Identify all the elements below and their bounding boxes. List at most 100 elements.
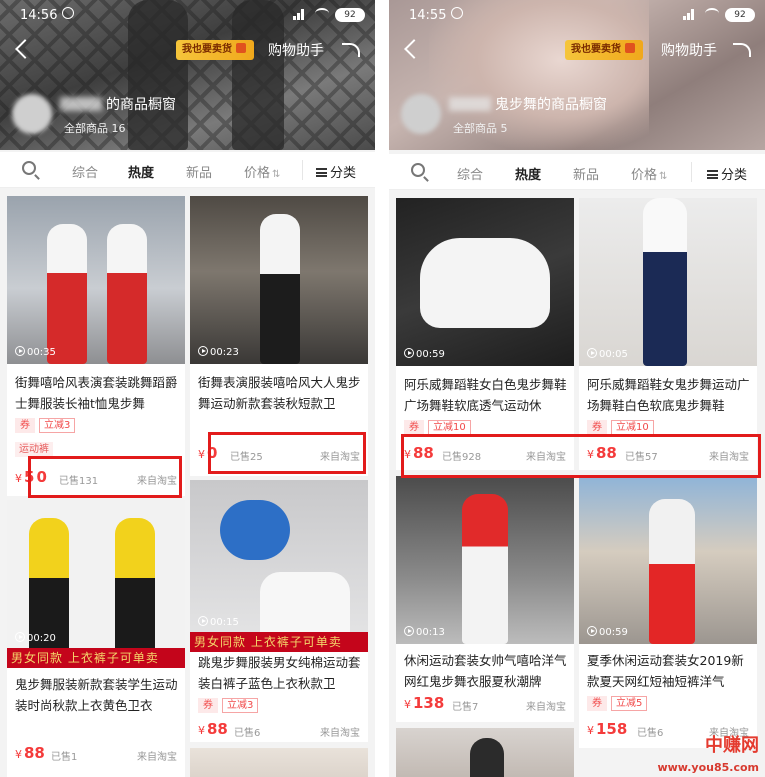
product-card[interactable]: 00:13 休闲运动套装女帅气嘻哈洋气网红鬼步舞衣服夏秋潮牌 ¥138 已售7 … <box>396 476 574 722</box>
video-duration: 00:59 <box>404 348 445 360</box>
coupon-tag: 券立减3 <box>15 418 76 433</box>
wifi-icon <box>315 8 329 19</box>
product-card[interactable]: 00:35 街舞嘻哈风表演套装跳舞蹈爵士舞服装长袖t恤鬼步舞 券立减3 运动裤 … <box>7 196 185 496</box>
model-figure <box>220 500 290 560</box>
highlight-box <box>28 456 182 498</box>
list-icon <box>707 170 718 179</box>
shop-name: 的商品橱窗 <box>60 94 176 114</box>
battery-indicator: 92 <box>335 8 365 22</box>
model-figure <box>47 224 87 364</box>
sort-icon: ⇅ <box>272 169 281 180</box>
coupon-tag: 券立减10 <box>587 420 654 435</box>
sold-count: 已售7 <box>452 702 479 713</box>
shop-avatar <box>12 94 52 134</box>
product-card[interactable]: 男女同款 上衣裤子可单卖 00:15 跳鬼步舞服装男女纯棉运动套装白裤子蓝色上衣… <box>190 480 368 742</box>
video-duration: 00:23 <box>198 346 239 358</box>
product-card[interactable]: 00:05 阿乐威舞蹈鞋女鬼步舞运动广场舞鞋白色软底鬼步舞鞋 券立减10 ¥88… <box>579 198 757 470</box>
blurred-name <box>449 97 491 111</box>
play-icon <box>198 346 208 356</box>
product-image <box>396 728 574 777</box>
model-figure <box>649 499 695 644</box>
product-price: ¥88 <box>15 744 45 762</box>
signal-icon <box>293 9 307 20</box>
model-figure <box>462 494 508 644</box>
tab-hot[interactable]: 热度 <box>128 162 154 181</box>
video-duration: 00:15 <box>198 616 239 628</box>
highlight-box <box>401 434 761 478</box>
coupon-tag: 券立减10 <box>404 420 471 435</box>
product-price: ¥158 <box>587 720 628 738</box>
tab-category[interactable]: 分类 <box>707 164 747 183</box>
shop-product-count: 全部商品 5 <box>453 122 508 135</box>
product-title: 跳鬼步舞服装男女纯棉运动套装白裤子蓝色上衣秋款卫 <box>198 655 361 691</box>
blurred-name <box>60 97 102 111</box>
product-price: ¥88 <box>198 720 228 738</box>
product-title: 夏季休闲运动套装女2019新款夏天网红短袖短裤洋气 <box>587 653 744 689</box>
tab-price[interactable]: 价格 ⇅ <box>631 164 667 183</box>
tab-price[interactable]: 价格 ⇅ <box>244 162 280 181</box>
tab-hot[interactable]: 热度 <box>515 164 541 183</box>
watermark-url: www.you85.com <box>657 761 759 774</box>
sell-badge[interactable]: 我也要卖货 <box>176 40 254 60</box>
sort-tabs: 综合 热度 新品 价格 ⇅ 分类 <box>0 152 375 188</box>
model-figure <box>107 224 147 364</box>
product-image: 00:59 <box>396 198 574 366</box>
left-screen: 14:56 92 我也要卖货 购物助手 的商品橱窗 全部商品 16 综合 热度 … <box>0 0 375 777</box>
search-icon[interactable] <box>411 163 425 177</box>
product-card[interactable] <box>190 748 368 777</box>
status-bar: 14:55 92 <box>389 6 765 26</box>
play-icon <box>404 626 414 636</box>
shop-product-count: 全部商品 16 <box>64 122 126 135</box>
sell-badge[interactable]: 我也要卖货 <box>565 40 643 60</box>
model-figure <box>470 738 504 777</box>
wifi-icon <box>705 8 719 19</box>
signal-icon <box>683 9 697 20</box>
alarm-icon <box>62 7 74 19</box>
product-title: 休闲运动套装女帅气嘻哈洋气网红鬼步舞衣服夏秋潮牌 <box>404 653 567 689</box>
tab-divider <box>691 162 692 182</box>
battery-indicator: 92 <box>725 8 755 22</box>
product-card[interactable]: 00:59 阿乐威舞蹈鞋女白色鬼步舞鞋广场舞鞋软底透气运动休 券立减10 ¥88… <box>396 198 574 470</box>
promo-banner: 男女同款 上衣裤子可单卖 <box>7 648 185 668</box>
product-image <box>190 748 368 777</box>
product-card[interactable]: 00:59 夏季休闲运动套装女2019新款夏天网红短袖短裤洋气 券立减5 ¥15… <box>579 476 757 748</box>
tab-category[interactable]: 分类 <box>316 162 356 181</box>
play-icon <box>15 632 25 642</box>
status-time: 14:56 <box>20 8 58 23</box>
tab-new[interactable]: 新品 <box>186 162 212 181</box>
sort-icon: ⇅ <box>659 171 668 182</box>
shopping-assistant-link[interactable]: 购物助手 <box>661 40 717 60</box>
alarm-icon <box>451 7 463 19</box>
search-icon[interactable] <box>22 161 36 175</box>
play-icon <box>587 348 597 358</box>
tab-comprehensive[interactable]: 综合 <box>457 164 483 183</box>
product-image: 00:05 <box>579 198 757 366</box>
status-time: 14:55 <box>409 8 447 23</box>
sort-tabs: 综合 热度 新品 价格 ⇅ 分类 <box>389 154 765 190</box>
product-title: 街舞表演服装嘻哈风大人鬼步舞运动新款套装秋短款卫 <box>198 375 361 411</box>
highlight-box <box>208 432 366 474</box>
product-image: 00:23 <box>190 196 368 364</box>
product-card[interactable]: 男女同款 上衣裤子可单卖 00:20 鬼步舞服装新款套装学生运动装时尚秋款上衣黄… <box>7 500 185 777</box>
play-icon <box>198 616 208 626</box>
product-image: 00:13 <box>396 476 574 644</box>
video-duration: 00:20 <box>15 632 56 644</box>
product-title: 鬼步舞服装新款套装学生运动装时尚秋款上衣黄色卫衣 <box>15 677 178 713</box>
sell-badge-label: 我也要卖货 <box>182 44 232 55</box>
watermark: 中赚网 www.you85.com <box>657 736 759 775</box>
watermark-name: 中赚网 <box>705 735 759 756</box>
source-label: 来自淘宝 <box>137 752 177 763</box>
tab-new[interactable]: 新品 <box>573 164 599 183</box>
product-image: 00:35 <box>7 196 185 364</box>
shopping-assistant-link[interactable]: 购物助手 <box>268 40 324 60</box>
tab-comprehensive[interactable]: 综合 <box>72 162 98 181</box>
shoe-figure <box>420 238 550 328</box>
play-icon <box>404 348 414 358</box>
video-duration: 00:13 <box>404 626 445 638</box>
tab-divider <box>302 160 303 180</box>
video-duration: 00:05 <box>587 348 628 360</box>
product-card[interactable] <box>396 728 574 777</box>
video-duration: 00:59 <box>587 626 628 638</box>
shop-avatar <box>401 94 441 134</box>
product-title: 阿乐威舞蹈鞋女鬼步舞运动广场舞鞋白色软底鬼步舞鞋 <box>587 377 750 413</box>
